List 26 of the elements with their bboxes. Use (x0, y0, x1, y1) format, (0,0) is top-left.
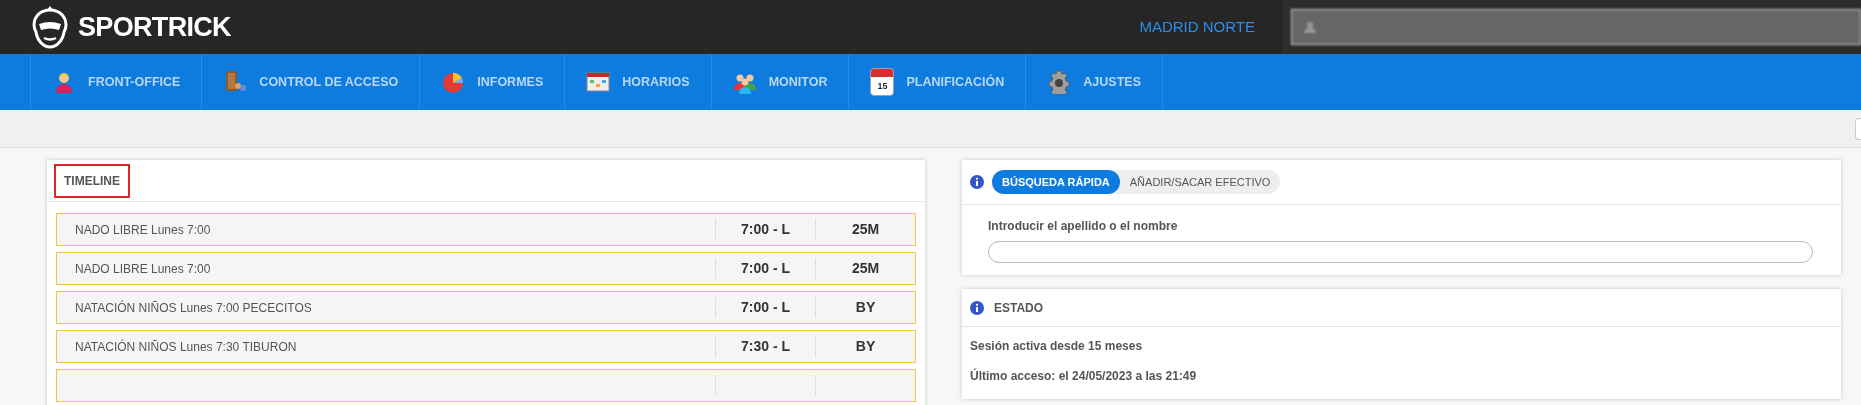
status-title: ESTADO (994, 299, 1044, 317)
gear-icon (1047, 70, 1072, 94)
toolbar-button[interactable] (1855, 118, 1861, 140)
timeline-row[interactable]: NADO LIBRE Lunes 7:00 7:00 - L 25M (56, 252, 916, 285)
tab[interactable]: AÑADIR/SACAR EFECTIVO (1119, 169, 1281, 195)
schedule-icon (586, 70, 611, 94)
pie-chart-icon (441, 70, 466, 94)
user-icon (1304, 21, 1316, 33)
tab[interactable]: BÚSQUEDA RÁPIDA (992, 169, 1120, 195)
timeline-title: TIMELINE (54, 163, 130, 198)
info-icon (970, 300, 984, 315)
location-name[interactable]: MADRID NORTE (1139, 15, 1255, 39)
timeline-row[interactable]: NADO LIBRE Lunes 7:00 7:00 - L 25M (56, 213, 916, 246)
calendar-icon: 15 (870, 68, 895, 96)
timeline-row[interactable]: NATACIÓN NIÑOS Lunes 7:00 PECECITOS 7:00 - L BY (56, 291, 916, 324)
status-line: Último acceso: el 24/05/2023 a las 21:49 (970, 367, 1198, 385)
field-label: Introducir el apellido o el nombre (988, 218, 1179, 235)
info-icon (970, 175, 984, 189)
status-line: Sesión activa desde 15 meses (970, 338, 1144, 355)
timeline-row[interactable]: NATACIÓN NIÑOS Lunes 7:30 TIBURON 7:30 - L BY (56, 330, 916, 363)
timeline-row[interactable] (56, 369, 916, 402)
logo-icon (30, 4, 70, 50)
user-field[interactable] (1291, 9, 1861, 45)
door-icon (223, 70, 248, 94)
name-search-field[interactable] (988, 241, 1813, 263)
brand-name: SPORTRICK (78, 10, 231, 44)
